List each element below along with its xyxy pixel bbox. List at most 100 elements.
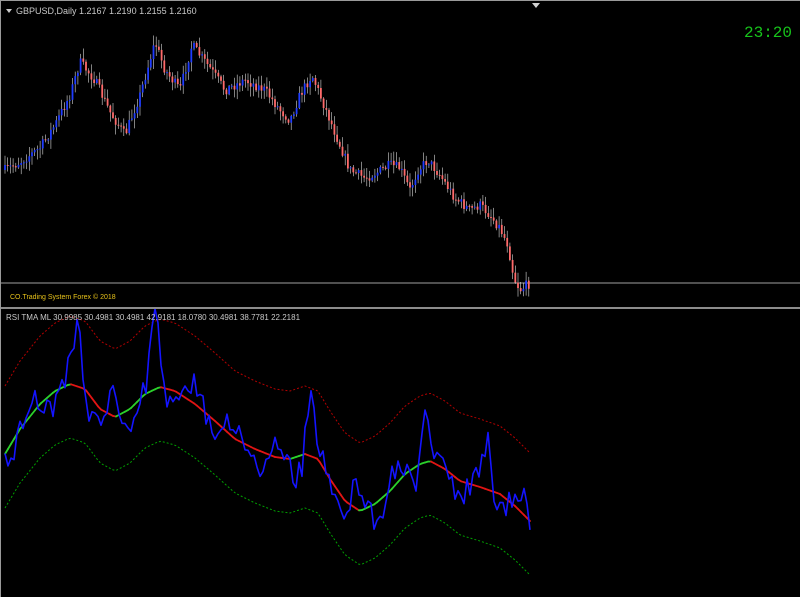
candle-body bbox=[66, 100, 68, 110]
candle-body bbox=[471, 206, 473, 208]
candle-body bbox=[419, 169, 422, 175]
candle-body bbox=[287, 119, 290, 123]
candle-body bbox=[301, 92, 303, 95]
indicator-pane[interactable]: RSI TMA ML 30.9985 30.4981 30.4981 42.91… bbox=[0, 309, 800, 597]
candle-body bbox=[168, 72, 171, 77]
candle-body bbox=[441, 175, 444, 180]
candle-body bbox=[363, 175, 365, 178]
candle-body bbox=[114, 117, 117, 125]
candle-body bbox=[295, 107, 298, 115]
candle-body bbox=[382, 166, 384, 168]
candle-body bbox=[60, 108, 63, 116]
indicator-title: RSI TMA ML 30.9985 30.4981 30.4981 42.91… bbox=[6, 313, 301, 322]
rsi-tma-chart[interactable] bbox=[0, 309, 800, 597]
candle-body bbox=[438, 174, 441, 176]
candle-body bbox=[33, 150, 36, 153]
tma-line bbox=[4, 383, 531, 522]
candle-body bbox=[122, 126, 125, 129]
candle-body bbox=[160, 49, 163, 61]
candle-body bbox=[63, 108, 66, 110]
candle-body bbox=[444, 179, 446, 182]
candle-body bbox=[460, 199, 463, 202]
candle-body bbox=[39, 148, 41, 150]
chart-menu-arrow-icon[interactable] bbox=[6, 9, 12, 13]
candle-body bbox=[71, 84, 74, 100]
candle-body bbox=[247, 80, 249, 84]
candle-body bbox=[325, 108, 328, 110]
symbol-quote: GBPUSD,Daily 1.2167 1.2190 1.2155 1.2160 bbox=[16, 6, 197, 16]
candle-body bbox=[344, 153, 347, 156]
candle-body bbox=[25, 161, 28, 163]
candle-body bbox=[93, 79, 95, 83]
candle-body bbox=[406, 175, 409, 183]
candle-body bbox=[452, 188, 455, 200]
candle-body bbox=[12, 165, 14, 167]
candle-body bbox=[9, 165, 12, 167]
chart-shift-marker-icon[interactable] bbox=[532, 3, 540, 8]
candle-body bbox=[357, 170, 360, 174]
candle-body bbox=[333, 124, 336, 135]
candle-body bbox=[36, 149, 39, 151]
candle-body bbox=[414, 179, 417, 186]
candle-body bbox=[401, 168, 403, 170]
candle-body bbox=[136, 106, 139, 114]
candlestick-chart[interactable] bbox=[0, 0, 800, 307]
candle-body bbox=[257, 85, 260, 91]
candle-body bbox=[163, 60, 166, 73]
candle-body bbox=[352, 167, 355, 173]
candle-body bbox=[379, 166, 382, 173]
candle-body bbox=[98, 78, 101, 85]
candle-body bbox=[384, 167, 387, 169]
candle-body bbox=[495, 220, 498, 229]
price-chart-pane[interactable]: GBPUSD,Daily 1.2167 1.2190 1.2155 1.2160… bbox=[0, 0, 800, 307]
candle-body bbox=[228, 86, 230, 95]
candle-body bbox=[392, 160, 395, 166]
candle-body bbox=[487, 213, 490, 217]
candle-body bbox=[77, 72, 79, 77]
candle-body bbox=[241, 79, 244, 86]
candle-body bbox=[87, 70, 90, 74]
candle-body bbox=[484, 204, 487, 214]
candle-body bbox=[317, 84, 320, 89]
candle-body bbox=[125, 128, 128, 134]
candle-body bbox=[244, 79, 247, 81]
candle-body bbox=[525, 280, 527, 289]
candle-body bbox=[174, 78, 176, 83]
candle-body bbox=[395, 162, 398, 166]
candle-body bbox=[492, 217, 495, 221]
candle-body bbox=[355, 172, 357, 174]
candle-body bbox=[131, 118, 133, 120]
candle-body bbox=[79, 58, 82, 73]
candle-body bbox=[260, 85, 263, 91]
candle-body bbox=[425, 161, 428, 165]
candle-body bbox=[409, 182, 411, 188]
candle-body bbox=[152, 45, 155, 60]
candle-body bbox=[506, 237, 509, 247]
chart-title: GBPUSD,Daily 1.2167 1.2190 1.2155 1.2160 bbox=[6, 6, 197, 16]
candle-body bbox=[455, 199, 457, 201]
candle-body bbox=[338, 141, 341, 147]
candle-body bbox=[320, 88, 322, 99]
candle-body bbox=[390, 160, 392, 162]
candle-body bbox=[82, 58, 85, 62]
candle-body bbox=[322, 98, 325, 109]
candle-body bbox=[498, 224, 500, 229]
candle-body bbox=[149, 59, 152, 68]
candle-body bbox=[155, 45, 158, 47]
candle-body bbox=[58, 115, 60, 121]
candle-body bbox=[252, 83, 255, 87]
candle-body bbox=[182, 73, 185, 86]
candle-body bbox=[112, 112, 114, 118]
candle-body bbox=[158, 46, 160, 50]
candle-body bbox=[17, 164, 20, 168]
candle-body bbox=[90, 73, 93, 80]
candle-body bbox=[422, 161, 425, 170]
candle-body bbox=[279, 106, 282, 112]
candle-body bbox=[179, 84, 182, 86]
candle-body bbox=[336, 134, 338, 142]
candle-body bbox=[463, 199, 465, 209]
candle-body bbox=[266, 86, 268, 89]
candle-body bbox=[44, 139, 47, 141]
candle-body bbox=[23, 162, 25, 164]
candle-body bbox=[41, 139, 44, 149]
